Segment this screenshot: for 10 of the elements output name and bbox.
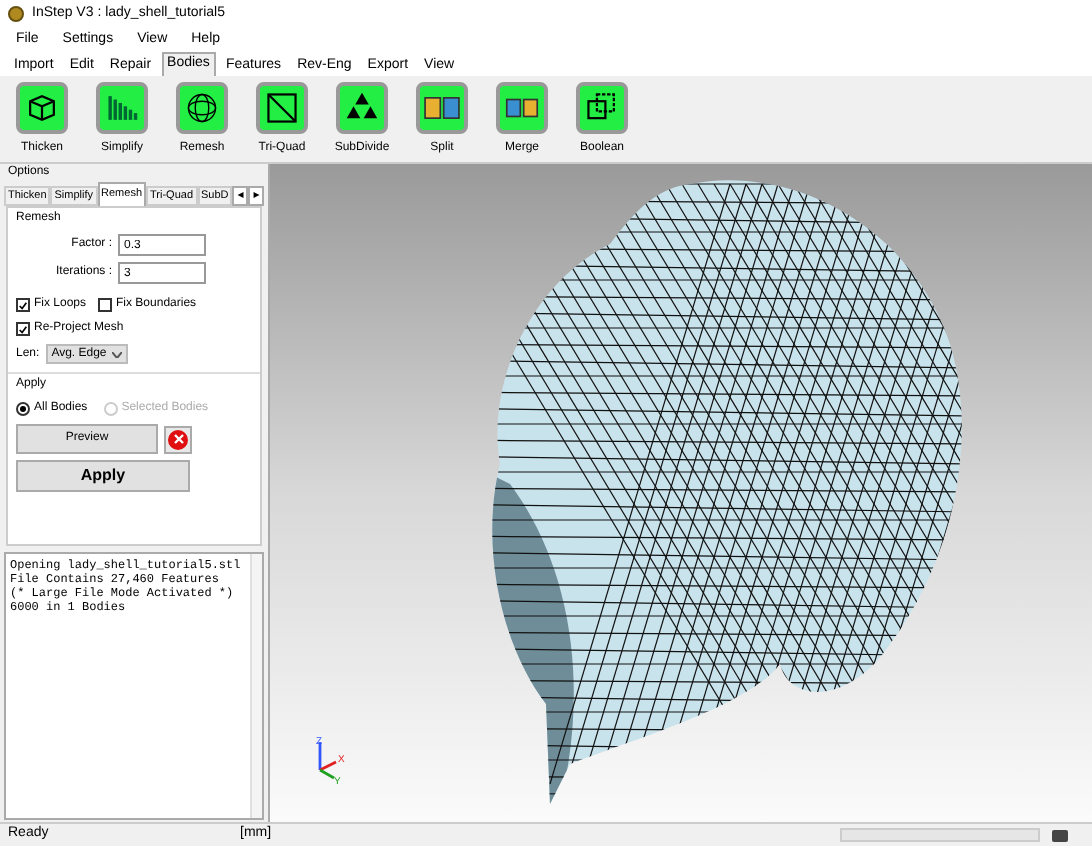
checkbox[interactable] bbox=[16, 322, 30, 336]
chevron-down-icon bbox=[112, 351, 123, 357]
apply-button[interactable]: Apply bbox=[16, 460, 190, 492]
cancel-preview-button[interactable] bbox=[164, 425, 192, 453]
checkbox[interactable] bbox=[98, 298, 113, 312]
scrollbar[interactable] bbox=[250, 554, 262, 818]
app-logo-icon bbox=[8, 6, 24, 22]
radio-button[interactable] bbox=[16, 402, 30, 416]
close-icon bbox=[168, 429, 188, 449]
checkbox[interactable] bbox=[16, 298, 30, 312]
